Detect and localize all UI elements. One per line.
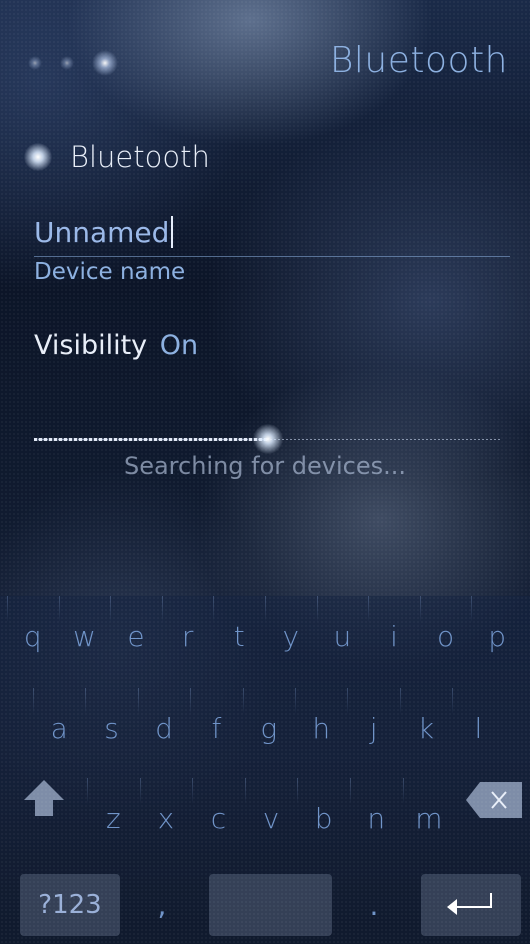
pulley-dot-icon	[92, 50, 118, 76]
key-label: d	[155, 711, 173, 745]
key-label: l	[474, 711, 483, 745]
backspace-key[interactable]	[466, 780, 522, 820]
page-title: Bluetooth	[329, 40, 508, 81]
key-p[interactable]: p	[471, 596, 523, 676]
key-q[interactable]: q	[7, 596, 59, 676]
key-m[interactable]: m	[402, 778, 456, 858]
keyboard-row-1: qwe r t yu i op	[0, 596, 530, 676]
key-label: q	[23, 619, 42, 653]
key-u[interactable]: u	[316, 596, 369, 676]
key-label: j	[369, 711, 378, 745]
pulley-dot-icon	[60, 56, 74, 70]
key-x[interactable]: x	[139, 778, 193, 858]
key-g[interactable]: g	[242, 688, 295, 768]
search-status: Searching for devices...	[123, 452, 407, 480]
key-y[interactable]: y	[265, 596, 317, 676]
key-h[interactable]: h	[295, 688, 347, 768]
key-label: u	[333, 619, 352, 653]
key-o[interactable]: o	[419, 596, 472, 676]
key-v[interactable]: v	[244, 778, 298, 858]
period-key[interactable]: .	[352, 874, 396, 936]
visibility-combobox[interactable]: Visibility On	[34, 330, 198, 361]
virtual-keyboard: qwe r t yu i op a s d f gh j k l z x c vbnm ?123 , .	[0, 596, 530, 944]
backspace-icon	[466, 782, 522, 818]
key-t[interactable]: t	[213, 596, 265, 676]
key-l[interactable]: l	[452, 688, 504, 768]
key-d[interactable]: d	[137, 688, 190, 768]
space-key[interactable]	[209, 874, 332, 936]
key-f[interactable]: f	[190, 688, 242, 768]
keyboard-bottom-row: ?123 , .	[0, 874, 530, 936]
keyboard-row-2: a s d f gh j k l	[0, 688, 530, 768]
device-name-underline	[34, 256, 510, 257]
device-name-label: Device name	[34, 259, 186, 285]
key-s[interactable]: s	[85, 688, 137, 768]
progress-fill	[34, 438, 268, 441]
key-label: c	[210, 801, 227, 835]
enter-icon	[447, 893, 492, 915]
bluetooth-toggle-label: Bluetooth	[70, 140, 210, 174]
period-key-label: .	[369, 888, 379, 922]
key-c[interactable]: c	[192, 778, 245, 858]
key-label: z	[105, 801, 121, 835]
key-label: i	[390, 619, 398, 653]
pulley-menu-indicator[interactable]	[28, 50, 118, 76]
key-i[interactable]: i	[368, 596, 420, 676]
shift-icon	[24, 780, 64, 816]
key-label: a	[50, 711, 68, 745]
key-a[interactable]: a	[33, 688, 85, 768]
key-n[interactable]: n	[350, 778, 403, 858]
key-z[interactable]: z	[87, 778, 140, 858]
keyboard-row-3: z x c vbnm	[0, 778, 530, 858]
key-e[interactable]: e	[110, 596, 162, 676]
key-label: o	[437, 619, 455, 653]
key-label: h	[312, 711, 331, 745]
key-j[interactable]: j	[347, 688, 399, 768]
key-label: g	[260, 711, 278, 745]
key-label: e	[127, 619, 145, 653]
device-name-value: Unnamed	[34, 215, 170, 249]
visibility-label: Visibility	[34, 330, 148, 361]
key-label: k	[417, 711, 435, 745]
key-r[interactable]: r	[161, 596, 214, 676]
symbols-key-label: ?123	[38, 890, 102, 920]
comma-key[interactable]: ,	[140, 874, 184, 936]
shift-key[interactable]	[22, 776, 66, 820]
visibility-value: On	[159, 330, 199, 361]
key-label: s	[104, 711, 119, 745]
key-label: f	[211, 711, 222, 745]
bluetooth-settings-page: Bluetooth Bluetooth Unnamed Device name …	[0, 0, 530, 944]
text-cursor	[171, 216, 174, 248]
bluetooth-toggle[interactable]: Bluetooth	[24, 140, 210, 174]
key-label: x	[157, 801, 175, 835]
key-label: b	[314, 801, 333, 835]
key-label: n	[367, 801, 386, 835]
switch-indicator-icon	[24, 143, 52, 171]
comma-key-label: ,	[157, 888, 167, 922]
key-label: m	[415, 801, 443, 835]
key-label: p	[488, 619, 507, 653]
key-label: w	[72, 619, 96, 653]
progress-glow-icon	[253, 424, 283, 454]
enter-key[interactable]	[421, 874, 521, 936]
key-label: v	[262, 801, 280, 835]
key-b[interactable]: b	[297, 778, 350, 858]
device-name-input[interactable]: Unnamed	[34, 212, 510, 252]
key-label: t	[233, 619, 245, 653]
key-w[interactable]: w	[58, 596, 111, 676]
key-label: y	[282, 619, 300, 653]
key-k[interactable]: k	[399, 688, 452, 768]
key-label: r	[181, 619, 194, 653]
device-name-field[interactable]: Unnamed Device name	[34, 212, 510, 285]
pulley-dot-icon	[28, 56, 42, 70]
search-progress-bar	[34, 424, 502, 454]
symbols-key[interactable]: ?123	[20, 874, 120, 936]
